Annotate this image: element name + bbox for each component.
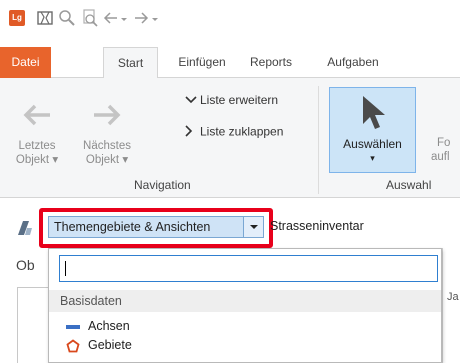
back-arrow-icon[interactable] (101, 8, 121, 28)
previous-object-button[interactable]: Letztes Objekt ▾ (10, 102, 64, 167)
tab-datei[interactable]: Datei (0, 47, 51, 78)
collapse-list-label: Liste zuklappen (200, 124, 284, 139)
next-object-button[interactable]: Nächstes Objekt ▾ (77, 102, 137, 167)
object-panel-title: Ob (16, 257, 35, 273)
selection-group-label: Auswahl (386, 178, 432, 192)
select-button-arrow: ▾ (370, 153, 375, 163)
select-button-label: Auswählen (343, 137, 402, 151)
back-arrow-icon (10, 102, 64, 134)
tab-reports[interactable]: Reports (243, 47, 299, 78)
dropdown-icon[interactable] (150, 8, 160, 28)
road-inventory-label: Strasseninventar (270, 219, 364, 233)
previous-object-label-2: Objekt ▾ (15, 154, 59, 166)
partial-button-label-1: Fo (437, 137, 451, 149)
theme-combo-value: Themengebiete & Ansichten (54, 220, 211, 234)
text-caret (65, 261, 66, 276)
map-icon[interactable] (35, 8, 55, 28)
area-polygon-icon (66, 339, 80, 353)
expand-list-label: Liste erweitern (200, 93, 279, 107)
partial-button-label-2: aufl (431, 151, 450, 163)
list-item-label: Achsen (88, 319, 130, 333)
collapse-list-button[interactable]: Liste zuklappen (184, 124, 283, 141)
quick-access-toolbar: Lg (0, 0, 460, 38)
next-object-label-1: Nächstes (83, 140, 131, 152)
axis-line-icon (66, 320, 80, 334)
partial-right-text: Ja (447, 291, 459, 303)
tab-aufgaben[interactable]: Aufgaben (318, 47, 388, 78)
zoom-icon[interactable] (57, 8, 77, 28)
ribbon-tabs: Datei Start Einfügen Reports Aufgaben (0, 47, 460, 79)
dropdown-search-input[interactable] (59, 255, 438, 282)
combo-dropdown-button[interactable] (243, 217, 263, 237)
zoom-page-icon[interactable] (80, 8, 100, 28)
right-panel-strip: Ja (442, 248, 460, 363)
dropdown-icon[interactable] (119, 8, 129, 28)
section-header-basisdaten: Basisdaten (49, 290, 441, 312)
chevron-down-icon (184, 94, 200, 108)
navigation-group-label: Navigation (134, 178, 191, 192)
next-object-label-2: Objekt ▾ (85, 154, 129, 166)
chevron-down-icon (250, 225, 258, 229)
layer-tool-icon[interactable] (15, 218, 35, 238)
ribbon-separator (318, 86, 319, 194)
expand-list-button[interactable]: Liste erweitern (184, 93, 278, 108)
list-item-label: Gebiete (88, 338, 132, 352)
chevron-right-icon (184, 124, 200, 141)
select-button[interactable]: Auswählen ▾ (329, 87, 416, 173)
app-logo-icon: Lg (9, 10, 25, 26)
theme-combo-box[interactable]: Themengebiete & Ansichten (48, 216, 264, 238)
partial-ribbon-button[interactable]: Fo aufl (425, 136, 460, 164)
previous-object-label-1: Letztes (18, 140, 56, 152)
forward-arrow-icon[interactable] (131, 8, 151, 28)
cursor-arrow-icon (360, 94, 390, 135)
tab-start[interactable]: Start (103, 47, 158, 79)
forward-arrow-icon (77, 102, 137, 134)
tab-einfuegen[interactable]: Einfügen (172, 47, 232, 78)
section-title: Basisdaten (60, 294, 122, 308)
